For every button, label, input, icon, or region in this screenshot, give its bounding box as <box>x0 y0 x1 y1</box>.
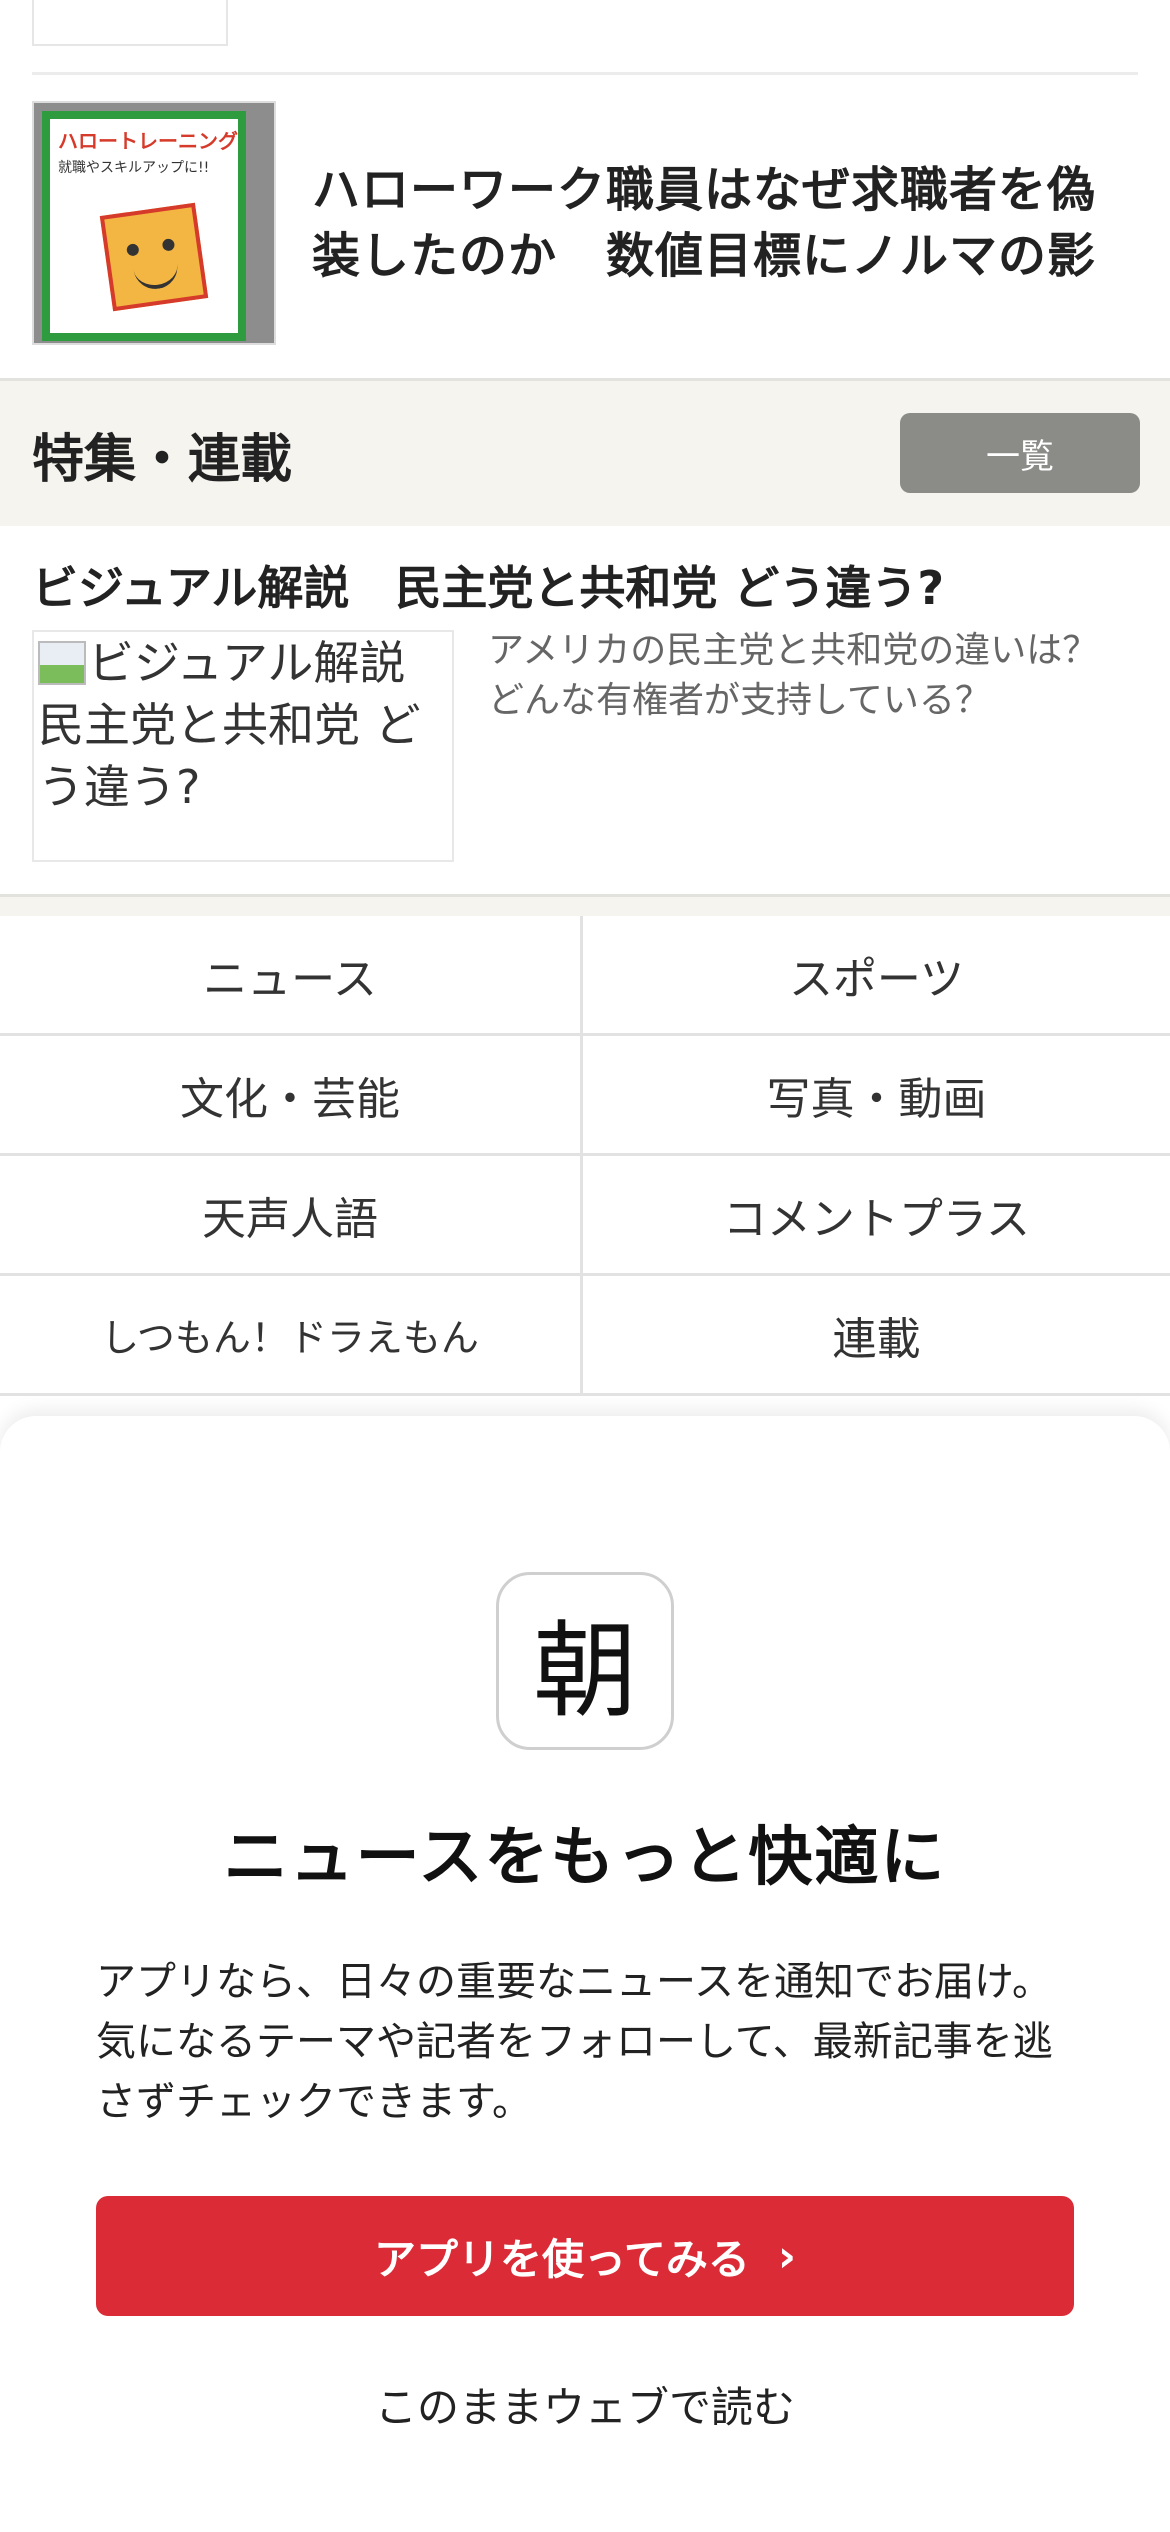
chevron-right-icon: › <box>777 2230 797 2282</box>
poster-title: ハロートレーニング <box>58 129 238 153</box>
broken-image-icon <box>38 641 86 685</box>
poster-subtitle: 就職やスキルアップに!! <box>58 160 210 176</box>
list-all-button[interactable]: 一覧 <box>900 413 1140 493</box>
nav-item-series[interactable]: 連載 <box>583 1276 1170 1396</box>
mascot-illustration <box>99 202 209 312</box>
feature-item-image[interactable]: ビジュアル解説 民主党と共和党 どう違う? <box>32 630 454 862</box>
article-list-item[interactable]: ハロートレーニング 就職やスキルアップに!! ハローワーク職員はなぜ求職者を偽装… <box>32 100 1138 346</box>
app-logo-icon: 朝 <box>496 1572 674 1750</box>
sheet-description: アプリなら、日々の重要なニュースを通知でお届け。気になるテーマや記者をフォローし… <box>96 1959 1053 2125</box>
nav-item-culture[interactable]: 文化・芸能 <box>0 1036 583 1156</box>
divider <box>32 72 1138 75</box>
open-app-button-label: アプリを使ってみる <box>373 2234 750 2284</box>
image-alt-text: ビジュアル解説 民主党と共和党 どう違う? <box>38 636 452 814</box>
section-title: 特集・連載 <box>32 430 293 490</box>
poster-image: ハロートレーニング 就職やスキルアップに!! <box>42 111 246 341</box>
continue-on-web-link[interactable]: このままウェブで読む <box>0 2374 1170 2435</box>
nav-item-sports[interactable]: スポーツ <box>583 916 1170 1036</box>
article-thumbnail[interactable]: ハロートレーニング 就職やスキルアップに!! <box>32 101 276 345</box>
feature-section-header: 特集・連載 一覧 <box>0 378 1170 526</box>
category-nav-grid: ニュース スポーツ 文化・芸能 写真・動画 天声人語 コメントプラス しつもん！… <box>0 916 1170 1396</box>
article-headline[interactable]: ハローワーク職員はなぜ求職者を偽装したのか 数値目標にノルマの影 <box>312 157 1138 289</box>
nav-item-photo-video[interactable]: 写真・動画 <box>583 1036 1170 1156</box>
feature-item-description[interactable]: アメリカの民主党と共和党の違いは？どんな有権者が支持している？ <box>488 626 1128 726</box>
sheet-title: ニュースをもっと快適に <box>223 1821 947 1895</box>
nav-item-news[interactable]: ニュース <box>0 916 583 1036</box>
nav-item-doraemon[interactable]: しつもん！ドラえもん <box>0 1276 583 1396</box>
nav-item-tenseijingo[interactable]: 天声人語 <box>0 1156 583 1276</box>
feature-item-title[interactable]: ビジュアル解説 民主党と共和党 どう違う? <box>32 552 944 618</box>
nav-item-comment-plus[interactable]: コメントプラス <box>583 1156 1170 1276</box>
app-promo-bottom-sheet: 朝 ニュースをもっと快適に アプリなら、日々の重要なニュースを通知でお届け。気に… <box>0 1416 1170 2532</box>
previous-article-thumbnail[interactable] <box>32 0 228 46</box>
open-app-button[interactable]: アプリを使ってみる › <box>96 2196 1074 2316</box>
section-divider <box>0 894 1170 916</box>
